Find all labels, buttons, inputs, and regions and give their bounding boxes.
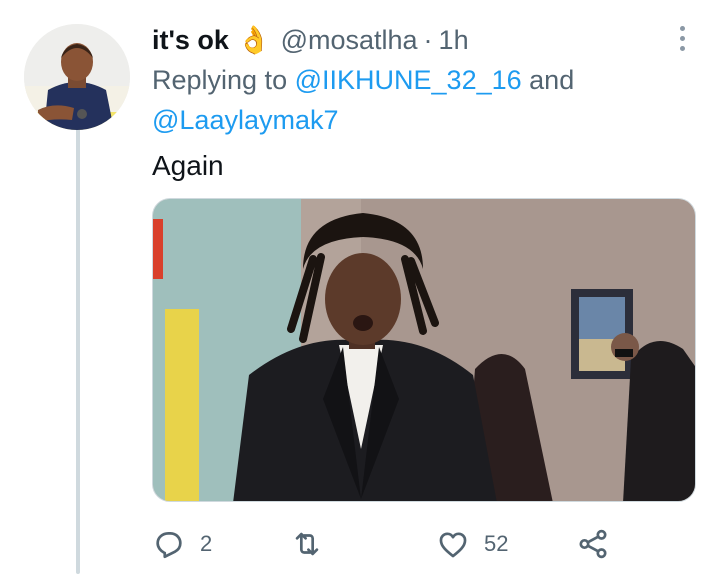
like-button[interactable]: 52 (436, 522, 508, 566)
share-icon (579, 529, 607, 559)
replying-to: Replying to @IIKHUNE_32_16 and @Laaylaym… (152, 60, 652, 140)
media-illustration (153, 199, 695, 501)
tweet-actions: 2 52 (152, 522, 632, 566)
display-name[interactable]: it's ok (152, 20, 229, 60)
more-dot (679, 35, 685, 41)
tweet-header: it's ok 👌 @mosatlha · 1h (152, 20, 660, 60)
avatar[interactable] (24, 24, 130, 130)
heart-icon (439, 532, 467, 558)
tweet-media-image[interactable] (152, 198, 696, 502)
retweet-button[interactable] (290, 522, 338, 566)
ok-hand-emoji: 👌 (236, 25, 271, 55)
replying-to-joiner: and (529, 65, 575, 95)
reply-button[interactable]: 2 (152, 522, 212, 566)
like-count: 52 (484, 531, 509, 556)
thread-connector-line (76, 128, 80, 574)
reply-icon (156, 532, 182, 559)
retweet-icon (295, 532, 319, 556)
timestamp[interactable]: 1h (439, 20, 469, 60)
reply-mention-1[interactable]: @IIKHUNE_32_16 (295, 65, 522, 95)
more-dot (679, 25, 685, 31)
share-button[interactable] (576, 522, 610, 566)
user-handle[interactable]: @mosatlha (281, 20, 418, 60)
replying-to-label: Replying to (152, 65, 288, 95)
tweet-text: Again (152, 150, 224, 181)
separator-dot: · (423, 25, 433, 55)
reply-mention-2[interactable]: @Laaylaymak7 (152, 105, 339, 135)
more-dot (679, 45, 685, 51)
avatar-image (24, 24, 130, 130)
reply-count: 2 (200, 531, 213, 556)
more-options-icon[interactable] (664, 20, 700, 56)
